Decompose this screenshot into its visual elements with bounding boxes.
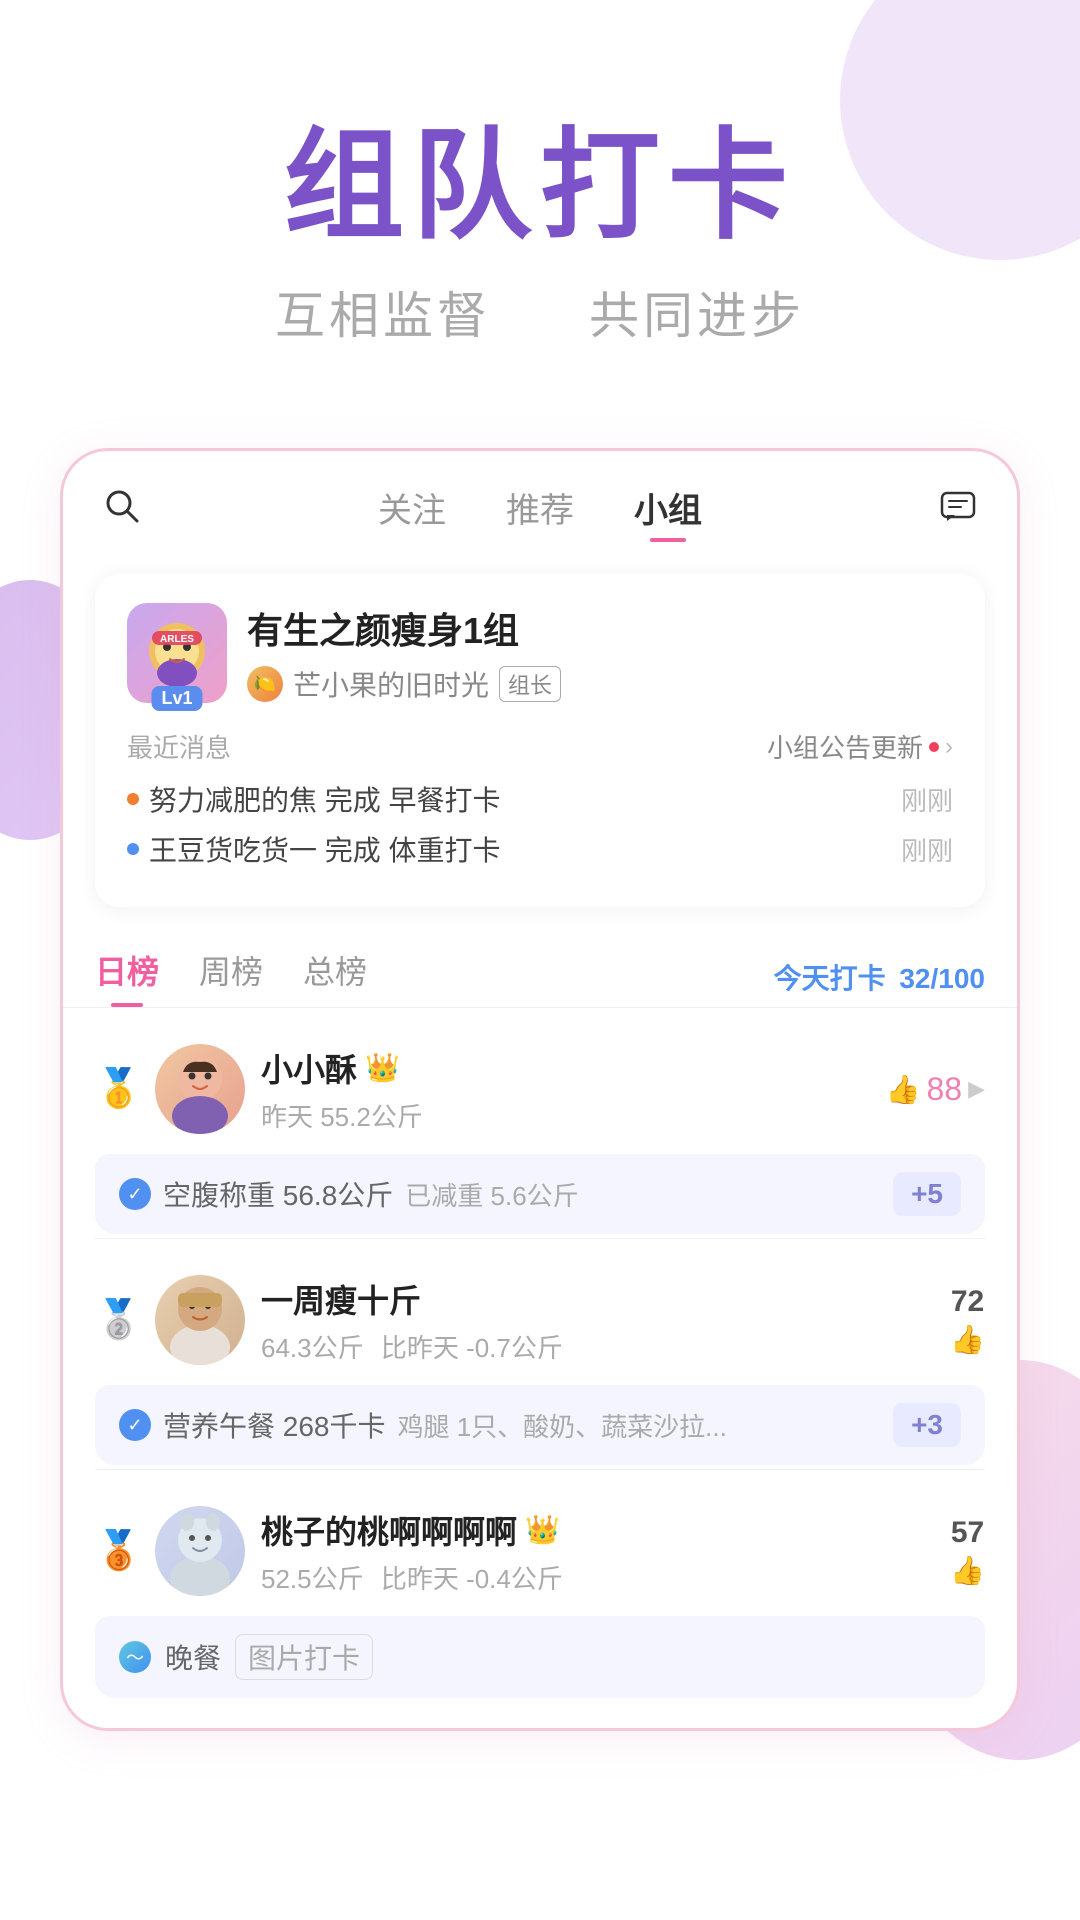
thumb-up-icon-1: 👍 — [886, 1073, 921, 1106]
phone-nav: 关注 推荐 小组 — [63, 451, 1017, 558]
plus-badge-1: +5 — [893, 1172, 961, 1216]
tab-group[interactable]: 小组 — [634, 483, 702, 538]
hero-subtitle-left: 互相监督 — [275, 288, 491, 344]
lb-detail-content-1: ✓ 空腹称重 56.8公斤 已减重 5.6公斤 — [119, 1174, 579, 1214]
checkin-label: 今天打卡 — [774, 963, 886, 994]
user-weight-3: 52.5公斤 比昨天 -0.4公斤 — [261, 1559, 934, 1596]
leader-name: 芒小果的旧时光 — [293, 664, 489, 704]
rank-icon-3: 🥉 — [95, 1529, 139, 1573]
already-lost-1: 已减重 5.6公斤 — [405, 1176, 578, 1213]
group-header: ARLES Lv1 有生之颜瘦身1组 🍋 芒小果的旧时光 组长 — [127, 602, 953, 704]
plus-badge-2: +3 — [893, 1403, 961, 1447]
message-row-1: 努力减肥的焦 完成 早餐打卡 刚刚 — [127, 779, 953, 819]
tab-recommend[interactable]: 推荐 — [506, 483, 574, 538]
divider-1 — [95, 1238, 985, 1239]
leaderboard-header: 日榜 周榜 总榜 今天打卡 32/100 — [63, 923, 1017, 1008]
lb-item-main-3: 🥉 桃子的桃啊啊啊啊 👑 5 — [95, 1490, 985, 1612]
like-count-3[interactable]: 57 👍 — [950, 1516, 985, 1587]
thumb-up-icon-2: 👍 — [950, 1323, 985, 1356]
message-row-2: 王豆货吃货一 完成 体重打卡 刚刚 — [127, 829, 953, 869]
group-name: 有生之颜瘦身1组 — [247, 602, 953, 654]
tab-follow[interactable]: 关注 — [378, 483, 446, 538]
username-3: 桃子的桃啊啊啊啊 👑 — [261, 1507, 934, 1553]
orange-dot — [127, 793, 139, 805]
svg-text:ARLES: ARLES — [160, 634, 194, 645]
username-2: 一周瘦十斤 — [261, 1276, 934, 1322]
user-avatar-3[interactable] — [155, 1506, 245, 1596]
lb-item-main-2: 🥈 一周瘦十斤 64.3公斤 比昨天 -0.7公斤 — [95, 1259, 985, 1381]
message-time-2: 刚刚 — [901, 831, 953, 868]
detail-extra-2: 鸡腿 1只、酸奶、蔬菜沙拉... — [398, 1407, 727, 1444]
checkin-count: 今天打卡 32/100 — [774, 957, 985, 997]
nav-tabs: 关注 推荐 小组 — [141, 483, 939, 538]
lb-item-detail-1: ✓ 空腹称重 56.8公斤 已减重 5.6公斤 +5 — [95, 1154, 985, 1234]
check-icon-2: ✓ — [119, 1409, 151, 1441]
recent-label: 最近消息 — [127, 728, 231, 765]
tab-daily[interactable]: 日榜 — [95, 947, 159, 1007]
like-number-1: 88 — [926, 1071, 962, 1108]
message-time-1: 刚刚 — [901, 781, 953, 818]
chevron-right-icon: › — [945, 733, 953, 761]
check-icon-1: ✓ — [119, 1178, 151, 1210]
leaderboard-item-2: 🥈 一周瘦十斤 64.3公斤 比昨天 -0.7公斤 — [95, 1259, 985, 1465]
user-avatar-1[interactable] — [155, 1044, 245, 1134]
dinner-label: 晚餐 — [165, 1637, 221, 1677]
like-count-2[interactable]: 72 👍 — [950, 1285, 985, 1356]
group-leader-row: 🍋 芒小果的旧时光 组长 — [247, 664, 953, 704]
lb-item-detail-3: 〜 晚餐 图片打卡 — [95, 1616, 985, 1698]
leader-avatar: 🍋 — [247, 666, 283, 702]
leader-badge: 组长 — [499, 666, 561, 702]
tab-weekly[interactable]: 周榜 — [199, 947, 263, 1007]
message-text-1: 努力减肥的焦 完成 早餐打卡 — [149, 779, 901, 819]
tab-all-time[interactable]: 总榜 — [303, 947, 367, 1007]
user-avatar-2[interactable] — [155, 1275, 245, 1365]
group-avatar-wrap: ARLES Lv1 — [127, 603, 227, 703]
user-info-3: 桃子的桃啊啊啊啊 👑 52.5公斤 比昨天 -0.4公斤 — [261, 1507, 934, 1596]
leaderboard-item-1: 🥇 小小酥 👑 昨天 55.2公斤 👍 — [95, 1028, 985, 1234]
leaderboard-item-3: 🥉 桃子的桃啊啊啊啊 👑 5 — [95, 1490, 985, 1698]
recent-messages-header: 最近消息 小组公告更新 › — [127, 728, 953, 765]
lb-item-detail-2: ✓ 营养午餐 268千卡 鸡腿 1只、酸奶、蔬菜沙拉... +3 — [95, 1385, 985, 1465]
group-info: 有生之颜瘦身1组 🍋 芒小果的旧时光 组长 — [247, 602, 953, 704]
message-text-2: 王豆货吃货一 完成 体重打卡 — [149, 829, 901, 869]
blue-dot — [127, 843, 139, 855]
leaderboard-tabs: 日榜 周榜 总榜 — [95, 947, 367, 1007]
like-count-1[interactable]: 👍 88 ▶ — [886, 1071, 985, 1108]
hero-subtitle: 互相监督 共同进步 — [60, 276, 1020, 348]
like-number-2: 72 — [951, 1285, 984, 1319]
lb-item-main-1: 🥇 小小酥 👑 昨天 55.2公斤 👍 — [95, 1028, 985, 1150]
wave-icon: 〜 — [119, 1641, 151, 1673]
user-weight-2: 64.3公斤 比昨天 -0.7公斤 — [261, 1328, 934, 1365]
crown-icon-3: 👑 — [525, 1513, 560, 1546]
rank-icon-2: 🥈 — [95, 1298, 139, 1342]
detail-main-text-1: 空腹称重 56.8公斤 — [163, 1174, 393, 1214]
rank-icon-1: 🥇 — [95, 1067, 139, 1111]
thumb-up-icon-3: 👍 — [950, 1554, 985, 1587]
username-1: 小小酥 👑 — [261, 1045, 870, 1091]
phone-card: 关注 推荐 小组 — [60, 448, 1020, 1731]
detail-main-text-2: 营养午餐 268千卡 — [163, 1405, 386, 1445]
hero-title: 组队打卡 — [60, 120, 1020, 252]
user-info-1: 小小酥 👑 昨天 55.2公斤 — [261, 1045, 870, 1134]
lb-detail-content-2: ✓ 营养午餐 268千卡 鸡腿 1只、酸奶、蔬菜沙拉... — [119, 1405, 727, 1445]
announcement-label: 小组公告更新 — [767, 728, 923, 765]
red-dot-indicator — [929, 742, 939, 752]
hero-section: 组队打卡 互相监督 共同进步 — [0, 0, 1080, 408]
user-weight-1: 昨天 55.2公斤 — [261, 1097, 870, 1134]
message-icon[interactable] — [939, 487, 977, 534]
divider-2 — [95, 1469, 985, 1470]
group-card: ARLES Lv1 有生之颜瘦身1组 🍋 芒小果的旧时光 组长 最近消息 小组公… — [95, 574, 985, 907]
crown-icon-1: 👑 — [365, 1051, 400, 1084]
group-level-badge: Lv1 — [151, 686, 202, 711]
dinner-sublabel: 图片打卡 — [235, 1634, 373, 1680]
user-info-2: 一周瘦十斤 64.3公斤 比昨天 -0.7公斤 — [261, 1276, 934, 1365]
hero-subtitle-right: 共同进步 — [589, 288, 805, 344]
like-arrow-1: ▶ — [968, 1076, 985, 1102]
checkin-value: 32/100 — [899, 963, 985, 994]
group-announcement[interactable]: 小组公告更新 › — [767, 728, 953, 765]
search-icon[interactable] — [103, 487, 141, 535]
like-number-3: 57 — [951, 1516, 984, 1550]
